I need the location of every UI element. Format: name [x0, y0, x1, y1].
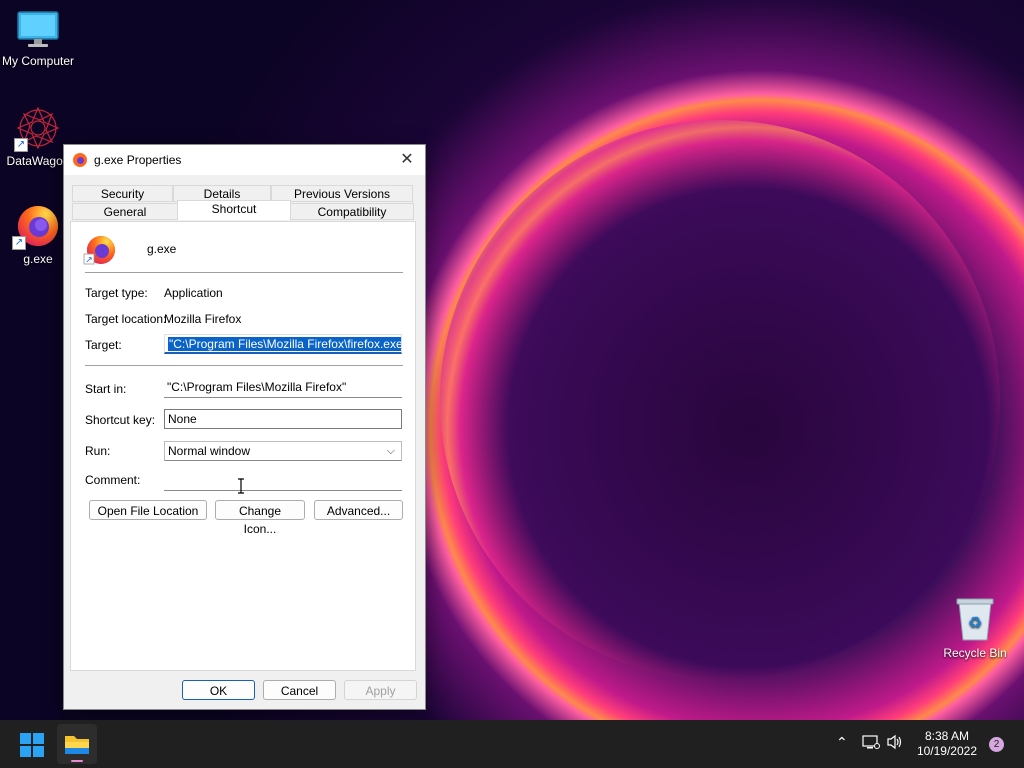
- target-label: Target:: [85, 338, 122, 352]
- taskbar-clock[interactable]: 8:38 AM 10/19/2022: [917, 729, 977, 759]
- start-button[interactable]: [20, 733, 44, 757]
- app-name: g.exe: [147, 242, 177, 256]
- desktop-icon-my-computer[interactable]: My Computer: [0, 10, 76, 68]
- start-in-field[interactable]: "C:\Program Files\Mozilla Firefox": [164, 378, 402, 398]
- advanced-button[interactable]: Advanced...: [314, 500, 403, 520]
- cancel-button[interactable]: Cancel: [263, 680, 336, 700]
- firefox-small-icon: [72, 152, 88, 168]
- desktop-icon-label: My Computer: [1, 54, 75, 68]
- apply-button[interactable]: Apply: [344, 680, 417, 700]
- target-location-value: Mozilla Firefox: [164, 312, 242, 326]
- svg-text:♻: ♻: [968, 613, 982, 632]
- clock-date: 10/19/2022: [916, 744, 977, 758]
- tab-shortcut[interactable]: Shortcut: [177, 200, 291, 220]
- volume-icon[interactable]: [886, 734, 904, 753]
- monitor-icon: [16, 10, 60, 50]
- dialog-title: g.exe Properties: [94, 153, 182, 167]
- close-button[interactable]: ✕: [397, 150, 417, 170]
- change-icon-button[interactable]: Change Icon...: [215, 500, 305, 536]
- shortcut-arrow-icon: ↗: [14, 138, 28, 152]
- chevron-up-icon[interactable]: ⌃: [836, 734, 848, 751]
- run-dropdown[interactable]: Normal window ⌵: [164, 441, 402, 461]
- tab-compatibility[interactable]: Compatibility: [290, 203, 414, 220]
- recycle-bin-icon: ♻: [955, 596, 995, 642]
- taskbar: ⌃ 8:38 AM 10/19/2022 2: [0, 720, 1024, 768]
- windows-logo-icon: [20, 733, 44, 757]
- tab-strip: Security Details Previous Versions Gener…: [70, 185, 416, 221]
- text-cursor-icon: [237, 478, 244, 494]
- properties-dialog: g.exe Properties ✕ Security Details Prev…: [63, 144, 426, 710]
- shortcut-arrow-icon: ↗: [12, 236, 26, 250]
- ok-button[interactable]: OK: [182, 680, 255, 700]
- desktop-icon-recycle-bin[interactable]: ♻ Recycle Bin: [936, 596, 1014, 660]
- separator: [85, 272, 403, 273]
- target-type-value: Application: [164, 286, 223, 300]
- tab-previous-versions[interactable]: Previous Versions: [271, 185, 413, 202]
- datawagon-icon: ↗: [14, 106, 60, 152]
- desktop-icon-label: Recycle Bin: [943, 646, 1007, 660]
- close-icon: ✕: [400, 151, 414, 168]
- comment-field[interactable]: [164, 471, 402, 491]
- notification-badge[interactable]: 2: [989, 737, 1004, 752]
- chevron-down-icon: ⌵: [386, 445, 395, 457]
- tab-general[interactable]: General: [72, 203, 178, 220]
- clock-time: 8:38 AM: [924, 729, 969, 743]
- firefox-icon: ↗: [12, 202, 62, 250]
- comment-label: Comment:: [85, 473, 141, 487]
- target-type-label: Target type:: [85, 286, 148, 300]
- run-value: Normal window: [168, 444, 251, 458]
- start-in-label: Start in:: [85, 382, 127, 396]
- target-location-label: Target location:: [85, 312, 167, 326]
- separator: [85, 365, 403, 366]
- target-field[interactable]: "C:\Program Files\Mozilla Firefox\firefo…: [164, 334, 402, 354]
- dialog-titlebar[interactable]: g.exe Properties ✕: [64, 145, 425, 175]
- svg-text:↗: ↗: [85, 256, 93, 266]
- firefox-large-icon: ↗: [83, 234, 117, 266]
- run-label: Run:: [85, 444, 111, 458]
- target-value: "C:\Program Files\Mozilla Firefox\firefo…: [168, 337, 401, 351]
- folder-icon: [65, 736, 89, 762]
- wallpaper-glow: [440, 120, 1000, 680]
- taskbar-file-explorer[interactable]: [57, 724, 97, 764]
- network-icon[interactable]: [862, 734, 880, 753]
- tab-security[interactable]: Security: [72, 185, 173, 202]
- shortcut-panel: ↗ g.exe Target type: Application Target …: [70, 221, 416, 671]
- shortcut-key-field[interactable]: None: [164, 409, 402, 429]
- open-file-location-button[interactable]: Open File Location: [89, 500, 207, 520]
- shortcut-key-label: Shortcut key:: [85, 413, 156, 427]
